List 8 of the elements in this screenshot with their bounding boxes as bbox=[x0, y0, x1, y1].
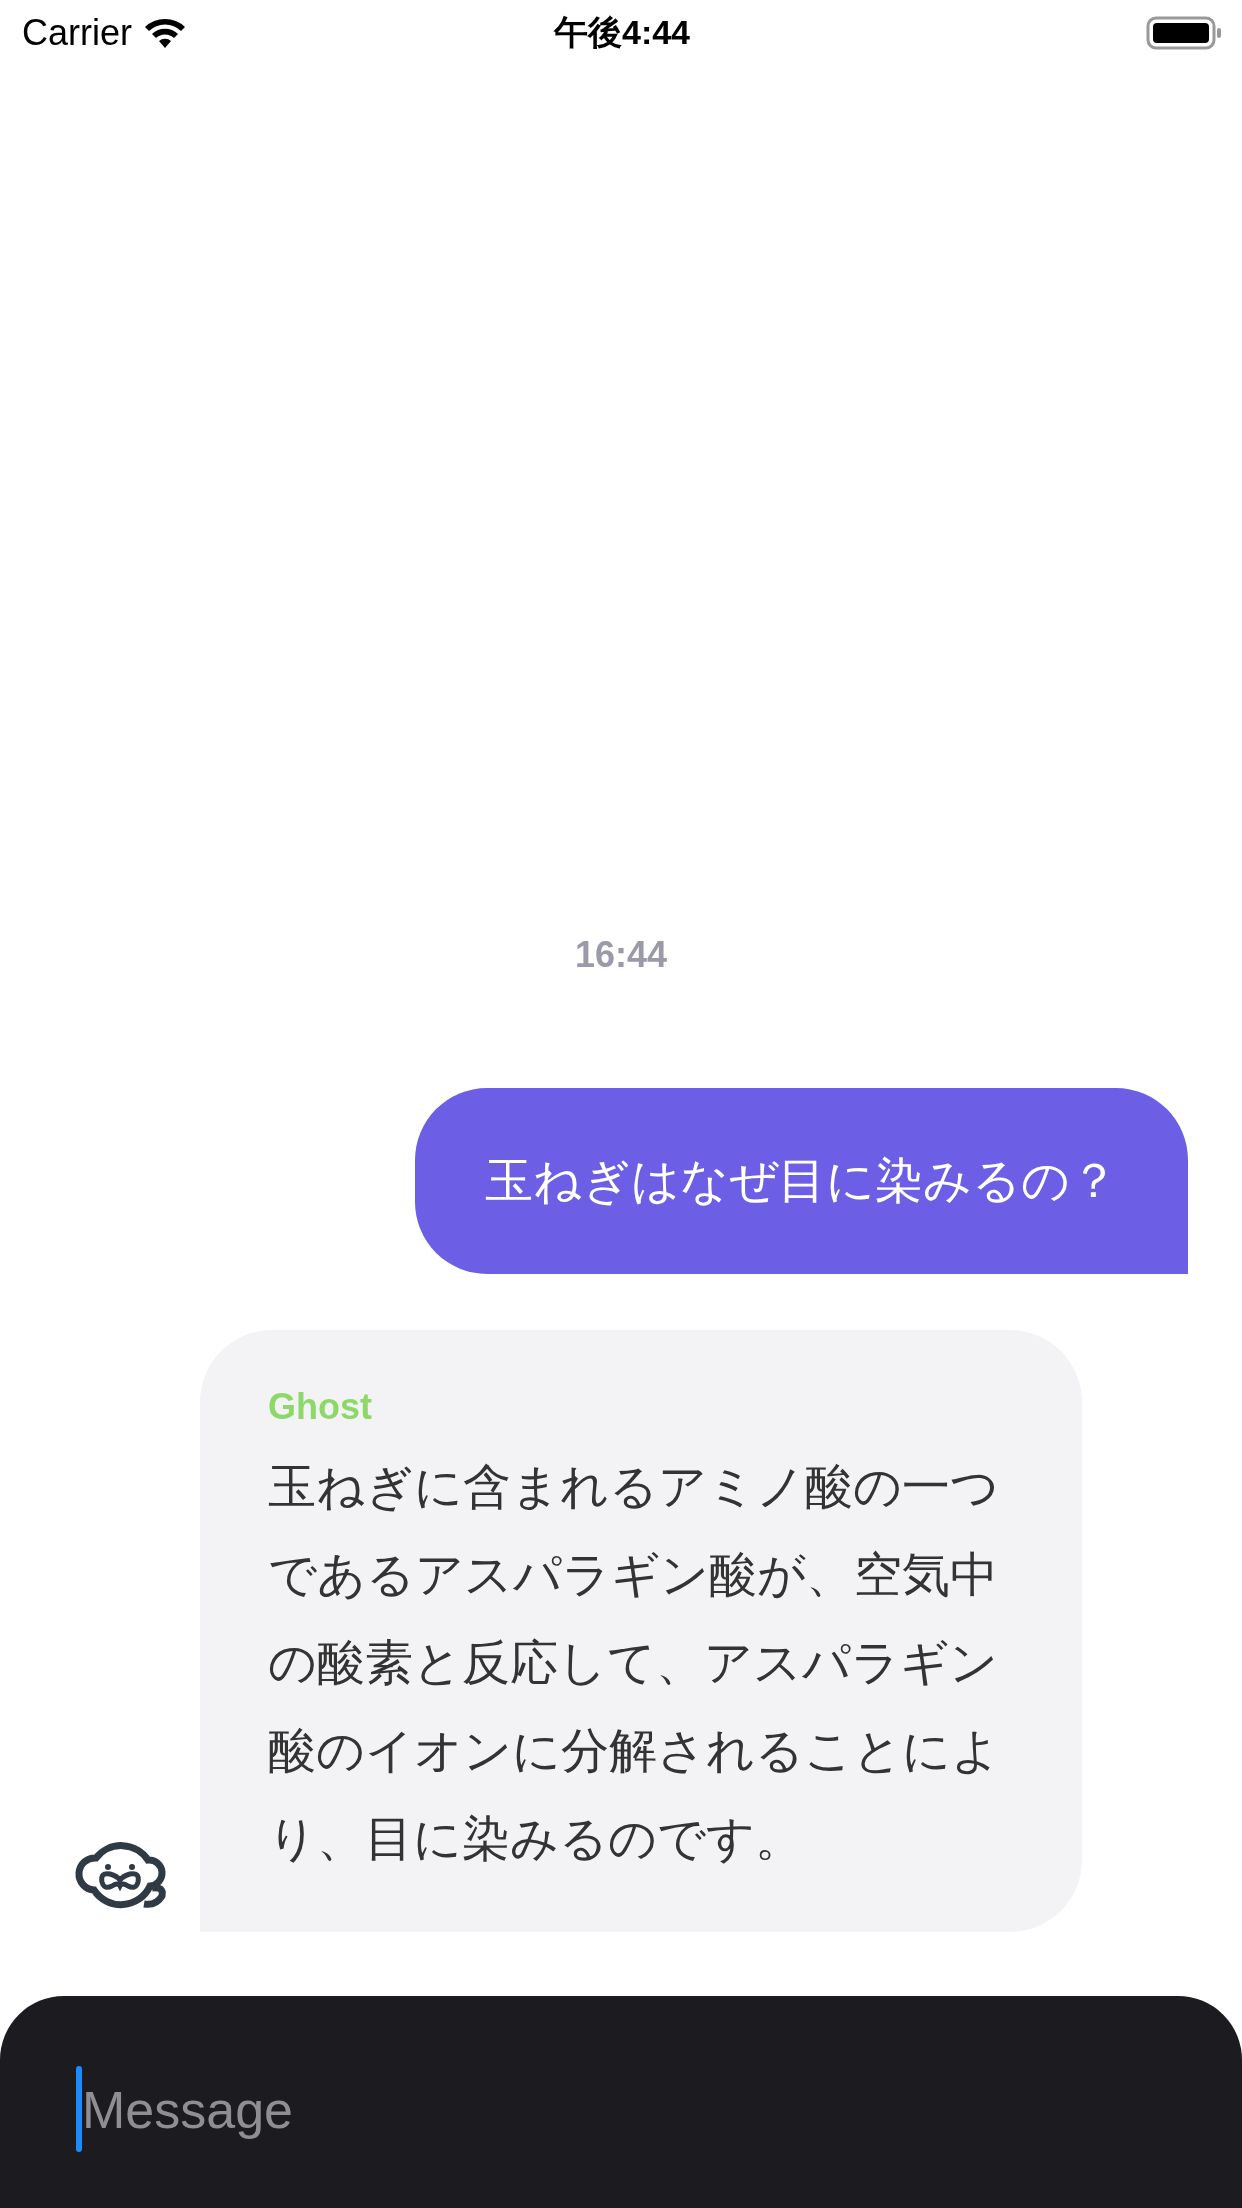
message-input-field[interactable]: Message bbox=[0, 1996, 1242, 2208]
outgoing-message-bubble: 玉ねぎはなぜ目に染みるの？ bbox=[415, 1088, 1188, 1274]
carrier-name: Carrier bbox=[22, 12, 132, 54]
sender-name: Ghost bbox=[268, 1386, 373, 1428]
message-timestamp: 16:44 bbox=[574, 934, 668, 976]
battery-icon bbox=[1146, 15, 1222, 51]
clock-time: 午後4:44 bbox=[553, 12, 691, 53]
message-text: 玉ねぎに含まれるアミノ酸の一つであるアスパラギン酸が、空気中の酸素と反応して、アスパラギン酸のイオンに分解されることにより、目に染みるのです。 bbox=[268, 1457, 1001, 1868]
